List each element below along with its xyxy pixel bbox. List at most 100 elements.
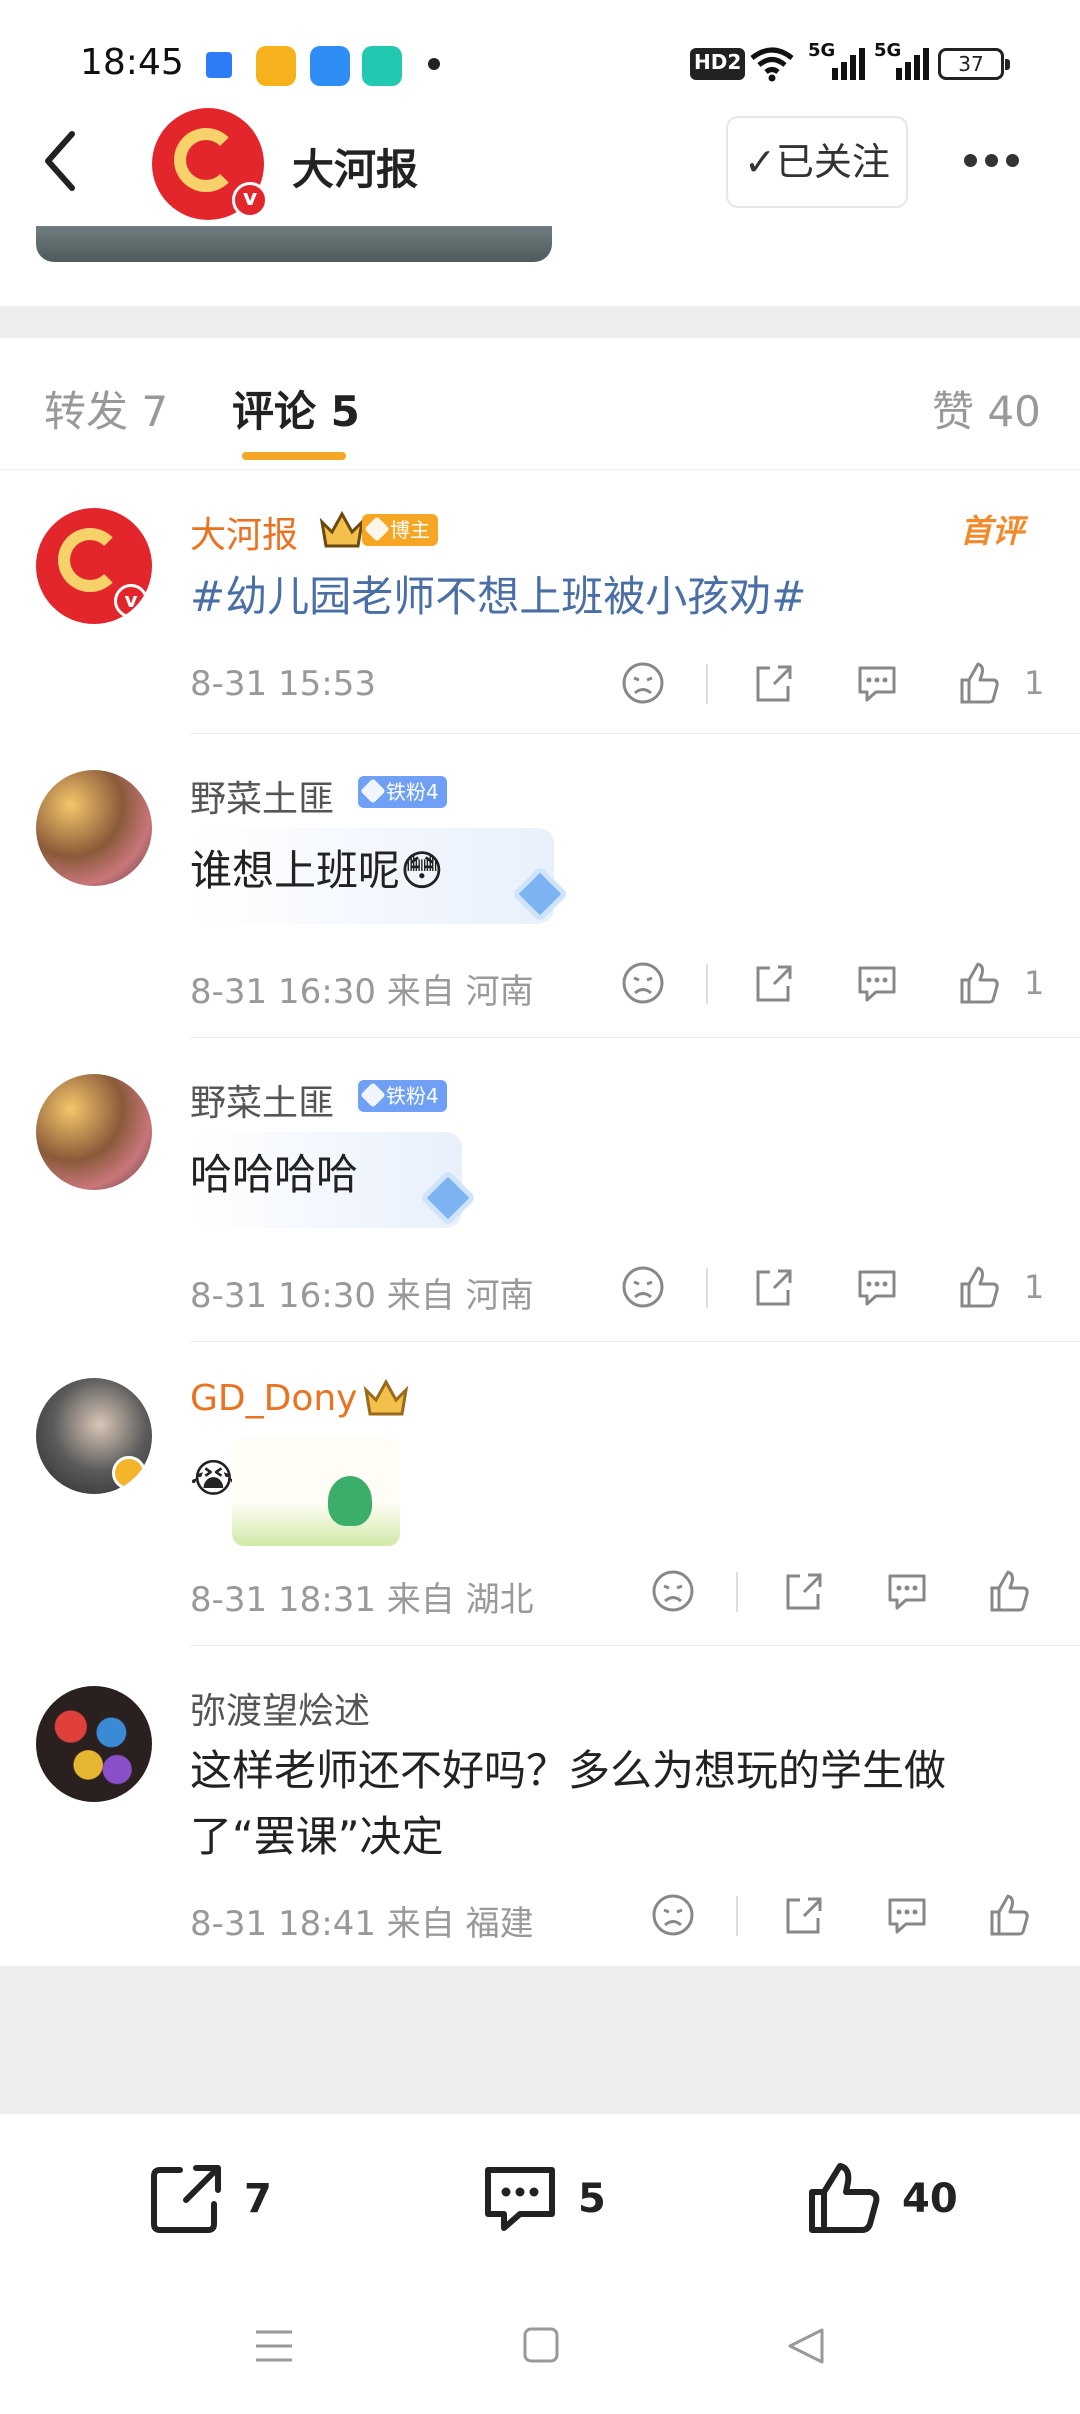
- repost-icon[interactable]: [750, 960, 796, 1006]
- comment-text-line2[interactable]: 了“罢课”决定: [190, 1804, 444, 1870]
- like-icon: [809, 2163, 880, 2233]
- reply-icon[interactable]: [884, 1892, 930, 1938]
- comment-button[interactable]: 5: [480, 2158, 620, 2238]
- tab-bar: 转发 7 评论 5 赞 40: [0, 338, 1080, 470]
- comment-actions: 1: [620, 660, 1050, 708]
- comment-actions: [650, 1892, 1050, 1940]
- list-end-spacer: [0, 1966, 1080, 2114]
- home-nav-icon[interactable]: [522, 2326, 560, 2364]
- commenter-avatar[interactable]: [36, 1378, 152, 1494]
- comment-count: 5: [578, 2176, 606, 2222]
- weibo-notification-icon: [256, 46, 296, 86]
- comment-item: 野菜土匪 铁粉4 哈哈哈哈 8-31 16:30 来自 河南 1: [0, 1038, 1080, 1342]
- comment-actions: 1: [620, 960, 1050, 1008]
- app-notification-icon: [206, 52, 232, 78]
- comment-text-line1[interactable]: 这样老师还不好吗？多么为想玩的学生做: [190, 1738, 946, 1804]
- more-notifications-icon: [428, 58, 440, 70]
- chat-notification-icon: [362, 46, 402, 86]
- dislike-icon[interactable]: [650, 1568, 696, 1614]
- reply-icon[interactable]: [884, 1568, 930, 1614]
- post-image-fragment[interactable]: [36, 226, 552, 262]
- reply-icon[interactable]: [854, 1264, 900, 1310]
- comment-text[interactable]: 哈哈哈哈: [190, 1142, 358, 1208]
- repost-icon[interactable]: [750, 1264, 796, 1310]
- like-icon[interactable]: [956, 660, 1002, 706]
- menu-nav-icon[interactable]: [254, 2328, 294, 2364]
- like-count: 1: [1024, 1268, 1045, 1306]
- comment-actions: 1: [620, 1264, 1050, 1312]
- comment-meta: 8-31 18:31 来自 湖北: [190, 1580, 534, 1620]
- reply-icon[interactable]: [854, 960, 900, 1006]
- comment-meta: 8-31 18:41 来自 福建: [190, 1904, 534, 1944]
- repost-icon[interactable]: [780, 1892, 826, 1938]
- comment-meta: 8-31 16:30 来自 河南: [190, 972, 534, 1012]
- bottom-action-bar: 7 5 40: [0, 2114, 1080, 2282]
- comment-text[interactable]: #幼儿园老师不想上班被小孩劝#: [190, 564, 806, 630]
- first-comment-tag: 首评: [960, 512, 1025, 550]
- commenter-name[interactable]: 野菜土匪: [190, 1074, 334, 1126]
- followed-button[interactable]: ✓已关注: [726, 116, 908, 208]
- tab-active-indicator: [242, 452, 346, 460]
- repost-icon[interactable]: [780, 1568, 826, 1614]
- repost-button[interactable]: 7: [146, 2158, 286, 2238]
- repost-count: 7: [244, 2176, 272, 2222]
- dislike-icon[interactable]: [620, 660, 666, 706]
- tab-comments[interactable]: 评论 5: [232, 378, 360, 439]
- like-icon[interactable]: [956, 1264, 1002, 1310]
- commenter-avatar[interactable]: [36, 1686, 152, 1802]
- gallery-notification-icon: [310, 46, 350, 86]
- commenter-name[interactable]: 野菜土匪: [190, 770, 334, 822]
- dislike-icon[interactable]: [620, 960, 666, 1006]
- more-options-icon[interactable]: [964, 152, 1030, 167]
- like-icon[interactable]: [986, 1892, 1032, 1938]
- commenter-avatar[interactable]: [36, 1074, 152, 1190]
- comment-icon: [485, 2167, 555, 2231]
- tab-likes[interactable]: 赞 40: [932, 378, 1041, 439]
- comment-meta: 8-31 15:53: [190, 664, 376, 704]
- dislike-icon[interactable]: [620, 1264, 666, 1310]
- like-icon[interactable]: [986, 1568, 1032, 1614]
- commenter-name[interactable]: GD_Dony: [190, 1378, 357, 1419]
- comment-meta: 8-31 16:30 来自 河南: [190, 1276, 534, 1316]
- crown-icon: [363, 1378, 409, 1416]
- signal-bars-icon-1: [832, 48, 865, 80]
- system-nav-bar: [0, 2282, 1080, 2414]
- top-nav: v 大河报 ✓已关注: [0, 100, 1080, 228]
- dislike-icon[interactable]: [650, 1892, 696, 1938]
- commenter-avatar[interactable]: v: [36, 508, 152, 624]
- battery-icon: 37: [938, 48, 1010, 80]
- comment-text[interactable]: 谁想上班呢😳: [190, 838, 444, 904]
- like-count: 40: [902, 2176, 958, 2222]
- commenter-name[interactable]: 弥渡望烩述: [190, 1682, 370, 1734]
- account-name[interactable]: 大河报: [292, 136, 418, 197]
- like-button[interactable]: 40: [804, 2158, 964, 2238]
- repost-icon[interactable]: [750, 660, 796, 706]
- comment-actions: [650, 1568, 1050, 1616]
- fan-badge: 铁粉4: [358, 776, 447, 808]
- comment-item: 弥渡望烩述 这样老师还不好吗？多么为想玩的学生做 了“罢课”决定 8-31 18…: [0, 1646, 1080, 1966]
- blogger-badge: 博主: [362, 514, 438, 546]
- back-nav-icon[interactable]: [786, 2326, 826, 2366]
- comment-item: GD_Dony 😭 8-31 18:31 来自 湖北: [0, 1342, 1080, 1646]
- reply-icon[interactable]: [854, 660, 900, 706]
- back-arrow-icon[interactable]: [36, 126, 86, 196]
- signal-bars-icon-2: [896, 48, 929, 80]
- crown-icon: [319, 510, 365, 548]
- comment-item: 野菜土匪 铁粉4 谁想上班呢😳 8-31 16:30 来自 河南 1: [0, 734, 1080, 1038]
- like-icon[interactable]: [956, 960, 1002, 1006]
- like-count: 1: [1024, 664, 1045, 702]
- like-count: 1: [1024, 964, 1045, 1002]
- comment-text[interactable]: 😭: [190, 1446, 237, 1512]
- status-time: 18:45: [80, 42, 184, 83]
- hd-icon: HD2: [690, 48, 746, 80]
- post-text-fragment: [594, 214, 1034, 250]
- commenter-avatar[interactable]: [36, 770, 152, 886]
- tab-reposts[interactable]: 转发 7: [44, 378, 168, 439]
- repost-icon: [151, 2165, 221, 2233]
- commenter-name[interactable]: 大河报: [190, 506, 298, 558]
- fan-badge: 铁粉4: [358, 1080, 447, 1112]
- section-divider: [0, 306, 1080, 338]
- account-avatar[interactable]: v: [152, 108, 268, 220]
- sticker-image[interactable]: [232, 1438, 400, 1546]
- comment-item: v 大河报 博主 首评 #幼儿园老师不想上班被小孩劝# 8-31 15:53 1: [0, 470, 1080, 734]
